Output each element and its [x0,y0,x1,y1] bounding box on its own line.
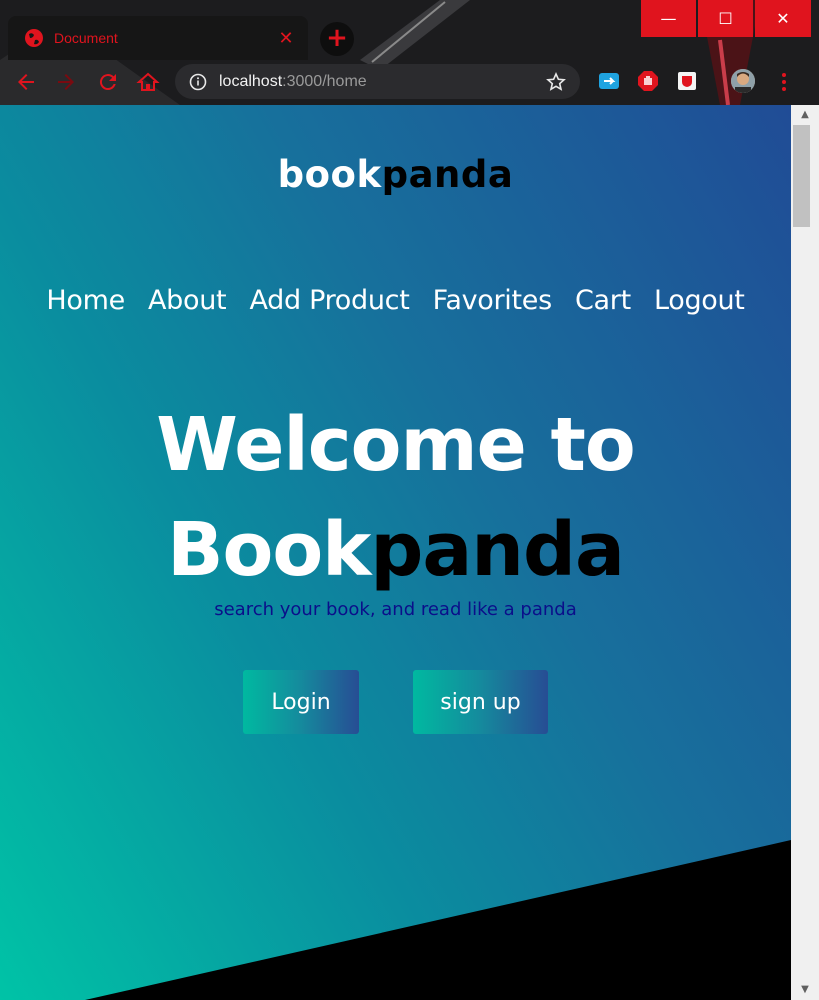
browser-menu-icon[interactable] [776,70,792,94]
logo-part-panda: panda [381,153,514,196]
page-viewport: bookpanda Home About Add Product Favorit… [0,105,791,1000]
nav-link-about[interactable]: About [148,285,227,316]
hero-tagline: search your book, and read like a panda [214,599,577,620]
site-logo[interactable]: bookpanda [0,153,791,196]
browser-chrome: Document ✕ + — ☐ ✕ localhost:3000/home [0,0,819,105]
globe-icon [25,29,43,47]
address-bar[interactable]: localhost:3000/home [175,64,580,99]
hero-headline: Welcome to Bookpanda [0,393,791,603]
main-nav: Home About Add Product Favorites Cart Lo… [0,285,791,316]
profile-avatar[interactable] [731,69,755,93]
headline-book: Book [167,507,371,593]
nav-link-home[interactable]: Home [46,285,125,316]
shield-extension-icon[interactable] [676,70,698,92]
logo-part-book: book [277,153,382,196]
home-icon[interactable] [136,70,160,94]
signup-button[interactable]: sign up [413,670,548,734]
nav-link-cart[interactable]: Cart [575,285,631,316]
nav-link-add-product[interactable]: Add Product [249,285,409,316]
nav-link-logout[interactable]: Logout [654,285,745,316]
tab-title: Document [54,30,118,46]
vertical-scrollbar[interactable]: ▲ ▼ [791,105,819,1000]
nav-link-favorites[interactable]: Favorites [433,285,553,316]
user-avatar-icon [731,69,755,93]
url-host: localhost [219,72,283,90]
back-arrow-icon[interactable] [14,70,38,94]
maximize-button[interactable]: ☐ [698,0,753,37]
url-path: :3000/home [282,72,367,90]
info-icon[interactable] [189,73,207,91]
new-tab-button[interactable]: + [320,22,354,56]
scroll-down-arrow-icon[interactable]: ▼ [791,980,819,1000]
close-window-button[interactable]: ✕ [755,0,811,37]
scroll-thumb[interactable] [793,125,810,227]
scroll-up-arrow-icon[interactable]: ▲ [791,105,819,125]
bookmark-star-icon[interactable] [546,71,566,92]
reload-icon[interactable] [96,70,120,94]
headline-panda: panda [370,507,624,593]
minimize-button[interactable]: — [641,0,696,37]
login-button[interactable]: Login [243,670,359,734]
tab-close-icon[interactable]: ✕ [276,28,296,49]
headline-line-1: Welcome to [156,402,636,488]
forward-arrow-icon[interactable] [54,70,78,94]
url-text[interactable]: localhost:3000/home [219,73,546,91]
adblock-hand-icon[interactable] [637,70,659,92]
browser-tab[interactable]: Document ✕ [8,16,308,60]
translate-extension-icon[interactable] [598,70,620,92]
